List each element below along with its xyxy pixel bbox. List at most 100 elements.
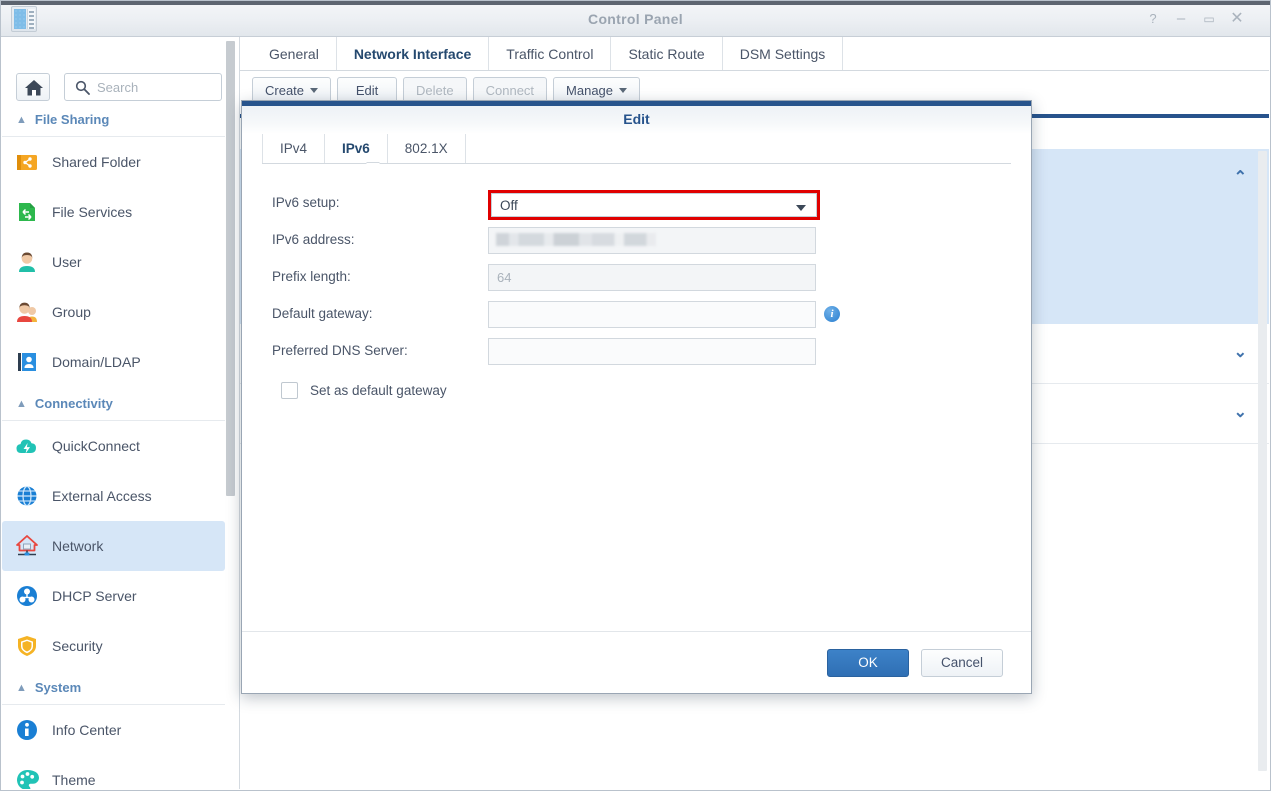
tab-ipv6[interactable]: IPv6 <box>325 134 388 163</box>
info-center-icon <box>14 717 40 743</box>
field-ipv6-address: IPv6 address: <box>272 225 1011 257</box>
sidebar-item-user[interactable]: User <box>2 237 225 287</box>
tab-8021x[interactable]: 802.1X <box>388 134 466 163</box>
dhcp-server-icon <box>14 583 40 609</box>
info-icon[interactable]: i <box>824 306 840 322</box>
ok-button[interactable]: OK <box>827 649 909 677</box>
set-default-gateway-row: Set as default gateway <box>281 382 1011 399</box>
file-services-icon <box>14 199 40 225</box>
sidebar-section-connectivity[interactable]: ▲ Connectivity <box>2 387 225 421</box>
sidebar-scrollbar-thumb[interactable] <box>226 41 235 496</box>
tab-general[interactable]: General <box>252 37 337 70</box>
search-input[interactable] <box>97 74 215 100</box>
set-default-gateway-checkbox[interactable] <box>281 382 298 399</box>
dialog-body: IPv6 setup: Off IPv6 address: <box>242 164 1031 399</box>
window-title: Control Panel <box>1 11 1270 27</box>
security-icon <box>14 633 40 659</box>
chevron-down-icon <box>796 205 806 211</box>
dialog-tabs: IPv4 IPv6 802.1X <box>262 134 1011 164</box>
manage-button-label: Manage <box>566 83 613 98</box>
maximize-button[interactable]: ▭ <box>1198 9 1220 29</box>
chevron-up-icon[interactable]: ⌃ <box>1234 167 1247 187</box>
sidebar-item-label: DHCP Server <box>52 588 137 604</box>
edit-dialog: Edit IPv4 IPv6 802.1X IPv6 setup: Off <box>241 100 1032 694</box>
sidebar-section-label: Connectivity <box>35 396 113 411</box>
field-default-gateway: Default gateway: i <box>272 299 1011 331</box>
sidebar-item-label: User <box>52 254 82 270</box>
sidebar-item-label: Security <box>52 638 103 654</box>
ipv6-address-label: IPv6 address: <box>272 232 452 247</box>
preferred-dns-field[interactable] <box>488 338 816 365</box>
dialog-footer: OK Cancel <box>242 631 1031 693</box>
prefix-length-label: Prefix length: <box>272 269 452 284</box>
prefix-length-field[interactable] <box>488 264 816 291</box>
sidebar-section-label: System <box>35 680 81 695</box>
sidebar-item-security[interactable]: Security <box>2 621 225 671</box>
ipv6-setup-label: IPv6 setup: <box>272 195 452 210</box>
default-gateway-field[interactable] <box>488 301 816 328</box>
set-default-gateway-label: Set as default gateway <box>310 383 447 398</box>
sidebar-item-network[interactable]: Network <box>2 521 225 571</box>
sidebar-item-label: Shared Folder <box>52 154 141 170</box>
sidebar-item-shared-folder[interactable]: Shared Folder <box>2 137 225 187</box>
help-button[interactable]: ? <box>1142 9 1164 29</box>
control-panel-window: Control Panel ? – ▭ ✕ ▲ <box>0 0 1271 791</box>
sidebar-item-quickconnect[interactable]: QuickConnect <box>2 421 225 471</box>
theme-icon <box>14 767 40 789</box>
cancel-button[interactable]: Cancel <box>921 649 1003 677</box>
home-icon[interactable] <box>16 73 50 101</box>
sidebar-item-label: Group <box>52 304 91 320</box>
sidebar-item-label: Network <box>52 538 103 554</box>
tab-ipv4[interactable]: IPv4 <box>262 134 325 163</box>
sidebar-item-label: Theme <box>52 772 96 788</box>
sidebar-item-label: Info Center <box>52 722 121 738</box>
sidebar-scroll-area: ▲ File Sharing Shared Folder <box>2 103 239 789</box>
preferred-dns-label: Preferred DNS Server: <box>272 343 452 358</box>
sidebar-item-label: QuickConnect <box>52 438 140 454</box>
external-access-icon <box>14 483 40 509</box>
quickconnect-icon <box>14 433 40 459</box>
network-tabs: General Network Interface Traffic Contro… <box>240 37 1269 71</box>
shared-folder-icon <box>14 149 40 175</box>
user-icon <box>14 249 40 275</box>
tab-traffic-control[interactable]: Traffic Control <box>489 37 611 70</box>
ipv6-setup-dropdown[interactable]: Off <box>491 193 817 217</box>
sidebar-item-info-center[interactable]: Info Center <box>2 705 225 755</box>
create-button-label: Create <box>265 83 304 98</box>
sidebar: ▲ File Sharing Shared Folder <box>2 37 240 789</box>
sidebar-item-label: External Access <box>52 488 152 504</box>
sidebar-section-file-sharing[interactable]: ▲ File Sharing <box>2 103 225 137</box>
default-gateway-label: Default gateway: <box>272 306 452 321</box>
minimize-button[interactable]: – <box>1170 9 1192 29</box>
sidebar-item-domain-ldap[interactable]: Domain/LDAP <box>2 337 225 387</box>
sidebar-section-label: File Sharing <box>35 112 109 127</box>
close-button[interactable]: ✕ <box>1226 9 1248 29</box>
domain-ldap-icon <box>14 349 40 375</box>
sidebar-item-label: File Services <box>52 204 132 220</box>
group-icon <box>14 299 40 325</box>
chevron-down-icon[interactable]: ⌄ <box>1234 342 1247 362</box>
tab-dsm-settings[interactable]: DSM Settings <box>723 37 844 70</box>
sidebar-item-external-access[interactable]: External Access <box>2 471 225 521</box>
sidebar-section-system[interactable]: ▲ System <box>2 671 225 705</box>
sidebar-item-theme[interactable]: Theme <box>2 755 225 789</box>
tab-static-route[interactable]: Static Route <box>611 37 722 70</box>
chevron-down-icon <box>310 88 318 93</box>
ipv6-setup-value: Off <box>500 198 518 213</box>
sidebar-item-dhcp-server[interactable]: DHCP Server <box>2 571 225 621</box>
sidebar-scrollbar[interactable] <box>228 39 237 787</box>
chevron-down-icon <box>619 88 627 93</box>
chevron-up-icon: ▲ <box>16 114 27 126</box>
search-input-wrapper[interactable] <box>64 73 222 101</box>
redacted-ipv6-address <box>496 233 656 246</box>
interface-list-scrollbar[interactable] <box>1258 151 1267 771</box>
sidebar-item-group[interactable]: Group <box>2 287 225 337</box>
field-prefix-length: Prefix length: <box>272 262 1011 294</box>
search-icon <box>75 80 90 98</box>
sidebar-item-file-services[interactable]: File Services <box>2 187 225 237</box>
tab-network-interface[interactable]: Network Interface <box>337 37 489 70</box>
field-ipv6-setup: IPv6 setup: Off <box>272 188 1011 220</box>
network-icon <box>14 533 40 559</box>
chevron-down-icon[interactable]: ⌄ <box>1234 402 1247 422</box>
dialog-title: Edit <box>242 106 1031 134</box>
